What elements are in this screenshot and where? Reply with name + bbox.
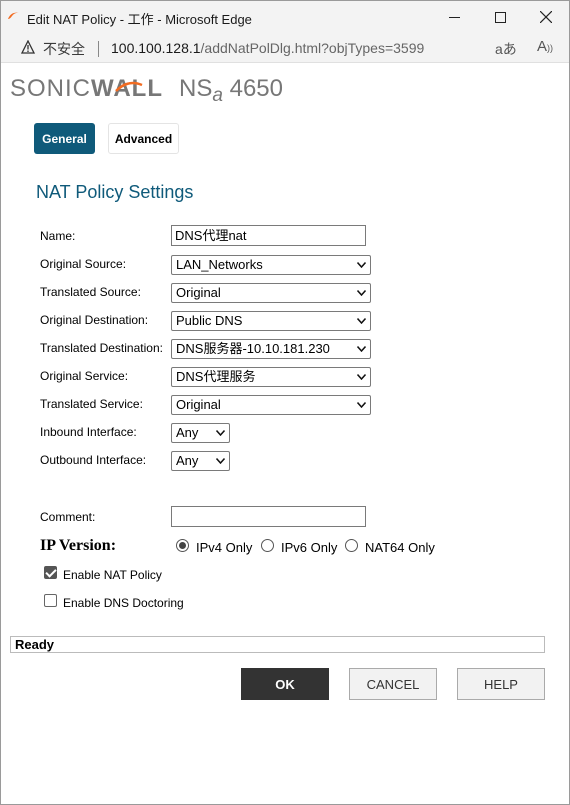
chevron-down-icon — [216, 430, 225, 436]
section-title: NAT Policy Settings — [36, 182, 194, 202]
ipv4-radio[interactable] — [176, 539, 189, 552]
translated-source-value: Original — [176, 285, 221, 300]
close-icon — [540, 11, 552, 23]
original-source-value: LAN_Networks — [176, 257, 263, 272]
title-bar: Edit NAT Policy - 工作 - Microsoft Edge — [1, 1, 569, 33]
tab-advanced[interactable]: Advanced — [108, 123, 179, 154]
chevron-down-icon — [357, 346, 366, 352]
outbound-interface-label: Outbound Interface: — [40, 453, 147, 467]
read-aloud-icon[interactable]: A)) — [537, 38, 553, 55]
original-destination-select[interactable]: Public DNS — [171, 311, 371, 331]
close-button[interactable] — [523, 1, 569, 33]
chevron-down-icon — [357, 318, 366, 324]
ipv6-label[interactable]: IPv6 Only — [281, 540, 337, 555]
outbound-interface-value: Any — [176, 453, 199, 468]
ipv6-radio[interactable] — [261, 539, 274, 552]
original-source-label: Original Source: — [40, 257, 127, 271]
maximize-button[interactable] — [477, 1, 523, 33]
edge-logo-icon — [8, 12, 20, 19]
translated-service-value: Original — [176, 397, 221, 412]
translated-destination-select[interactable]: DNS服务器-10.10.181.230 — [171, 339, 371, 359]
logo-swoosh-icon — [115, 81, 143, 92]
nat64-radio[interactable] — [345, 539, 358, 552]
tab-general[interactable]: General — [34, 123, 95, 154]
translated-service-label: Translated Service: — [40, 397, 143, 411]
translated-source-select[interactable]: Original — [171, 283, 371, 303]
comment-input[interactable] — [171, 506, 366, 527]
sonicwall-logo: SONICWALL — [10, 75, 163, 103]
inbound-interface-select[interactable]: Any — [171, 423, 230, 443]
model-name: NSa 4650 — [179, 75, 283, 107]
comment-label: Comment: — [40, 510, 96, 524]
name-label: Name: — [40, 229, 76, 243]
model-sub: a — [212, 85, 223, 106]
model-number: 4650 — [229, 75, 283, 102]
enable-dns-doctoring-label[interactable]: Enable DNS Doctoring — [63, 596, 184, 610]
translated-destination-label: Translated Destination: — [40, 341, 163, 355]
warning-icon[interactable] — [21, 40, 35, 54]
translated-service-select[interactable]: Original — [171, 395, 371, 415]
minimize-button[interactable] — [431, 1, 477, 33]
cancel-button[interactable]: CANCEL — [349, 668, 437, 700]
enable-nat-label[interactable]: Enable NAT Policy — [63, 568, 162, 582]
ip-version-label: IP Version: — [40, 537, 117, 554]
minimize-icon — [448, 16, 460, 18]
chevron-down-icon — [357, 374, 366, 380]
outbound-interface-select[interactable]: Any — [171, 451, 230, 471]
original-destination-value: Public DNS — [176, 313, 243, 328]
url-host: 100.100.128.1 — [111, 40, 201, 56]
ok-button[interactable]: OK — [241, 668, 329, 700]
chevron-down-icon — [216, 458, 225, 464]
enable-nat-checkbox[interactable] — [44, 566, 57, 579]
translated-source-label: Translated Source: — [40, 285, 141, 299]
name-input[interactable]: DNS代理nat — [171, 225, 366, 246]
address-bar: 不安全 100.100.128.1/addNatPolDlg.html?objT… — [1, 33, 569, 63]
window-title: Edit NAT Policy - 工作 - Microsoft Edge — [27, 12, 252, 27]
translated-destination-value: DNS服务器-10.10.181.230 — [176, 341, 330, 356]
chevron-down-icon — [357, 290, 366, 296]
logo-sonic: SONIC — [10, 75, 92, 102]
inbound-interface-value: Any — [176, 425, 199, 440]
url-field[interactable]: 100.100.128.1/addNatPolDlg.html?objTypes… — [111, 40, 424, 56]
status-bar: Ready — [10, 636, 545, 653]
help-button[interactable]: HELP — [457, 668, 545, 700]
url-path: /addNatPolDlg.html?objTypes=3599 — [200, 40, 425, 56]
dialog-window: Edit NAT Policy - 工作 - Microsoft Edge 不安… — [0, 0, 570, 805]
chevron-down-icon — [357, 402, 366, 408]
original-destination-label: Original Destination: — [40, 313, 149, 327]
immersive-reader-icon[interactable]: aあ — [495, 39, 517, 59]
maximize-icon — [494, 11, 506, 23]
original-service-select[interactable]: DNS代理服务 — [171, 367, 371, 387]
original-service-value: DNS代理服务 — [176, 369, 256, 384]
address-divider — [98, 41, 99, 57]
model-prefix: NS — [179, 75, 213, 102]
ipv4-label[interactable]: IPv4 Only — [196, 540, 252, 555]
security-status[interactable]: 不安全 — [43, 39, 85, 59]
enable-dns-doctoring-checkbox[interactable] — [44, 594, 57, 607]
chevron-down-icon — [357, 262, 366, 268]
nat64-label[interactable]: NAT64 Only — [365, 540, 435, 555]
original-source-select[interactable]: LAN_Networks — [171, 255, 371, 275]
inbound-interface-label: Inbound Interface: — [40, 425, 137, 439]
original-service-label: Original Service: — [40, 369, 129, 383]
